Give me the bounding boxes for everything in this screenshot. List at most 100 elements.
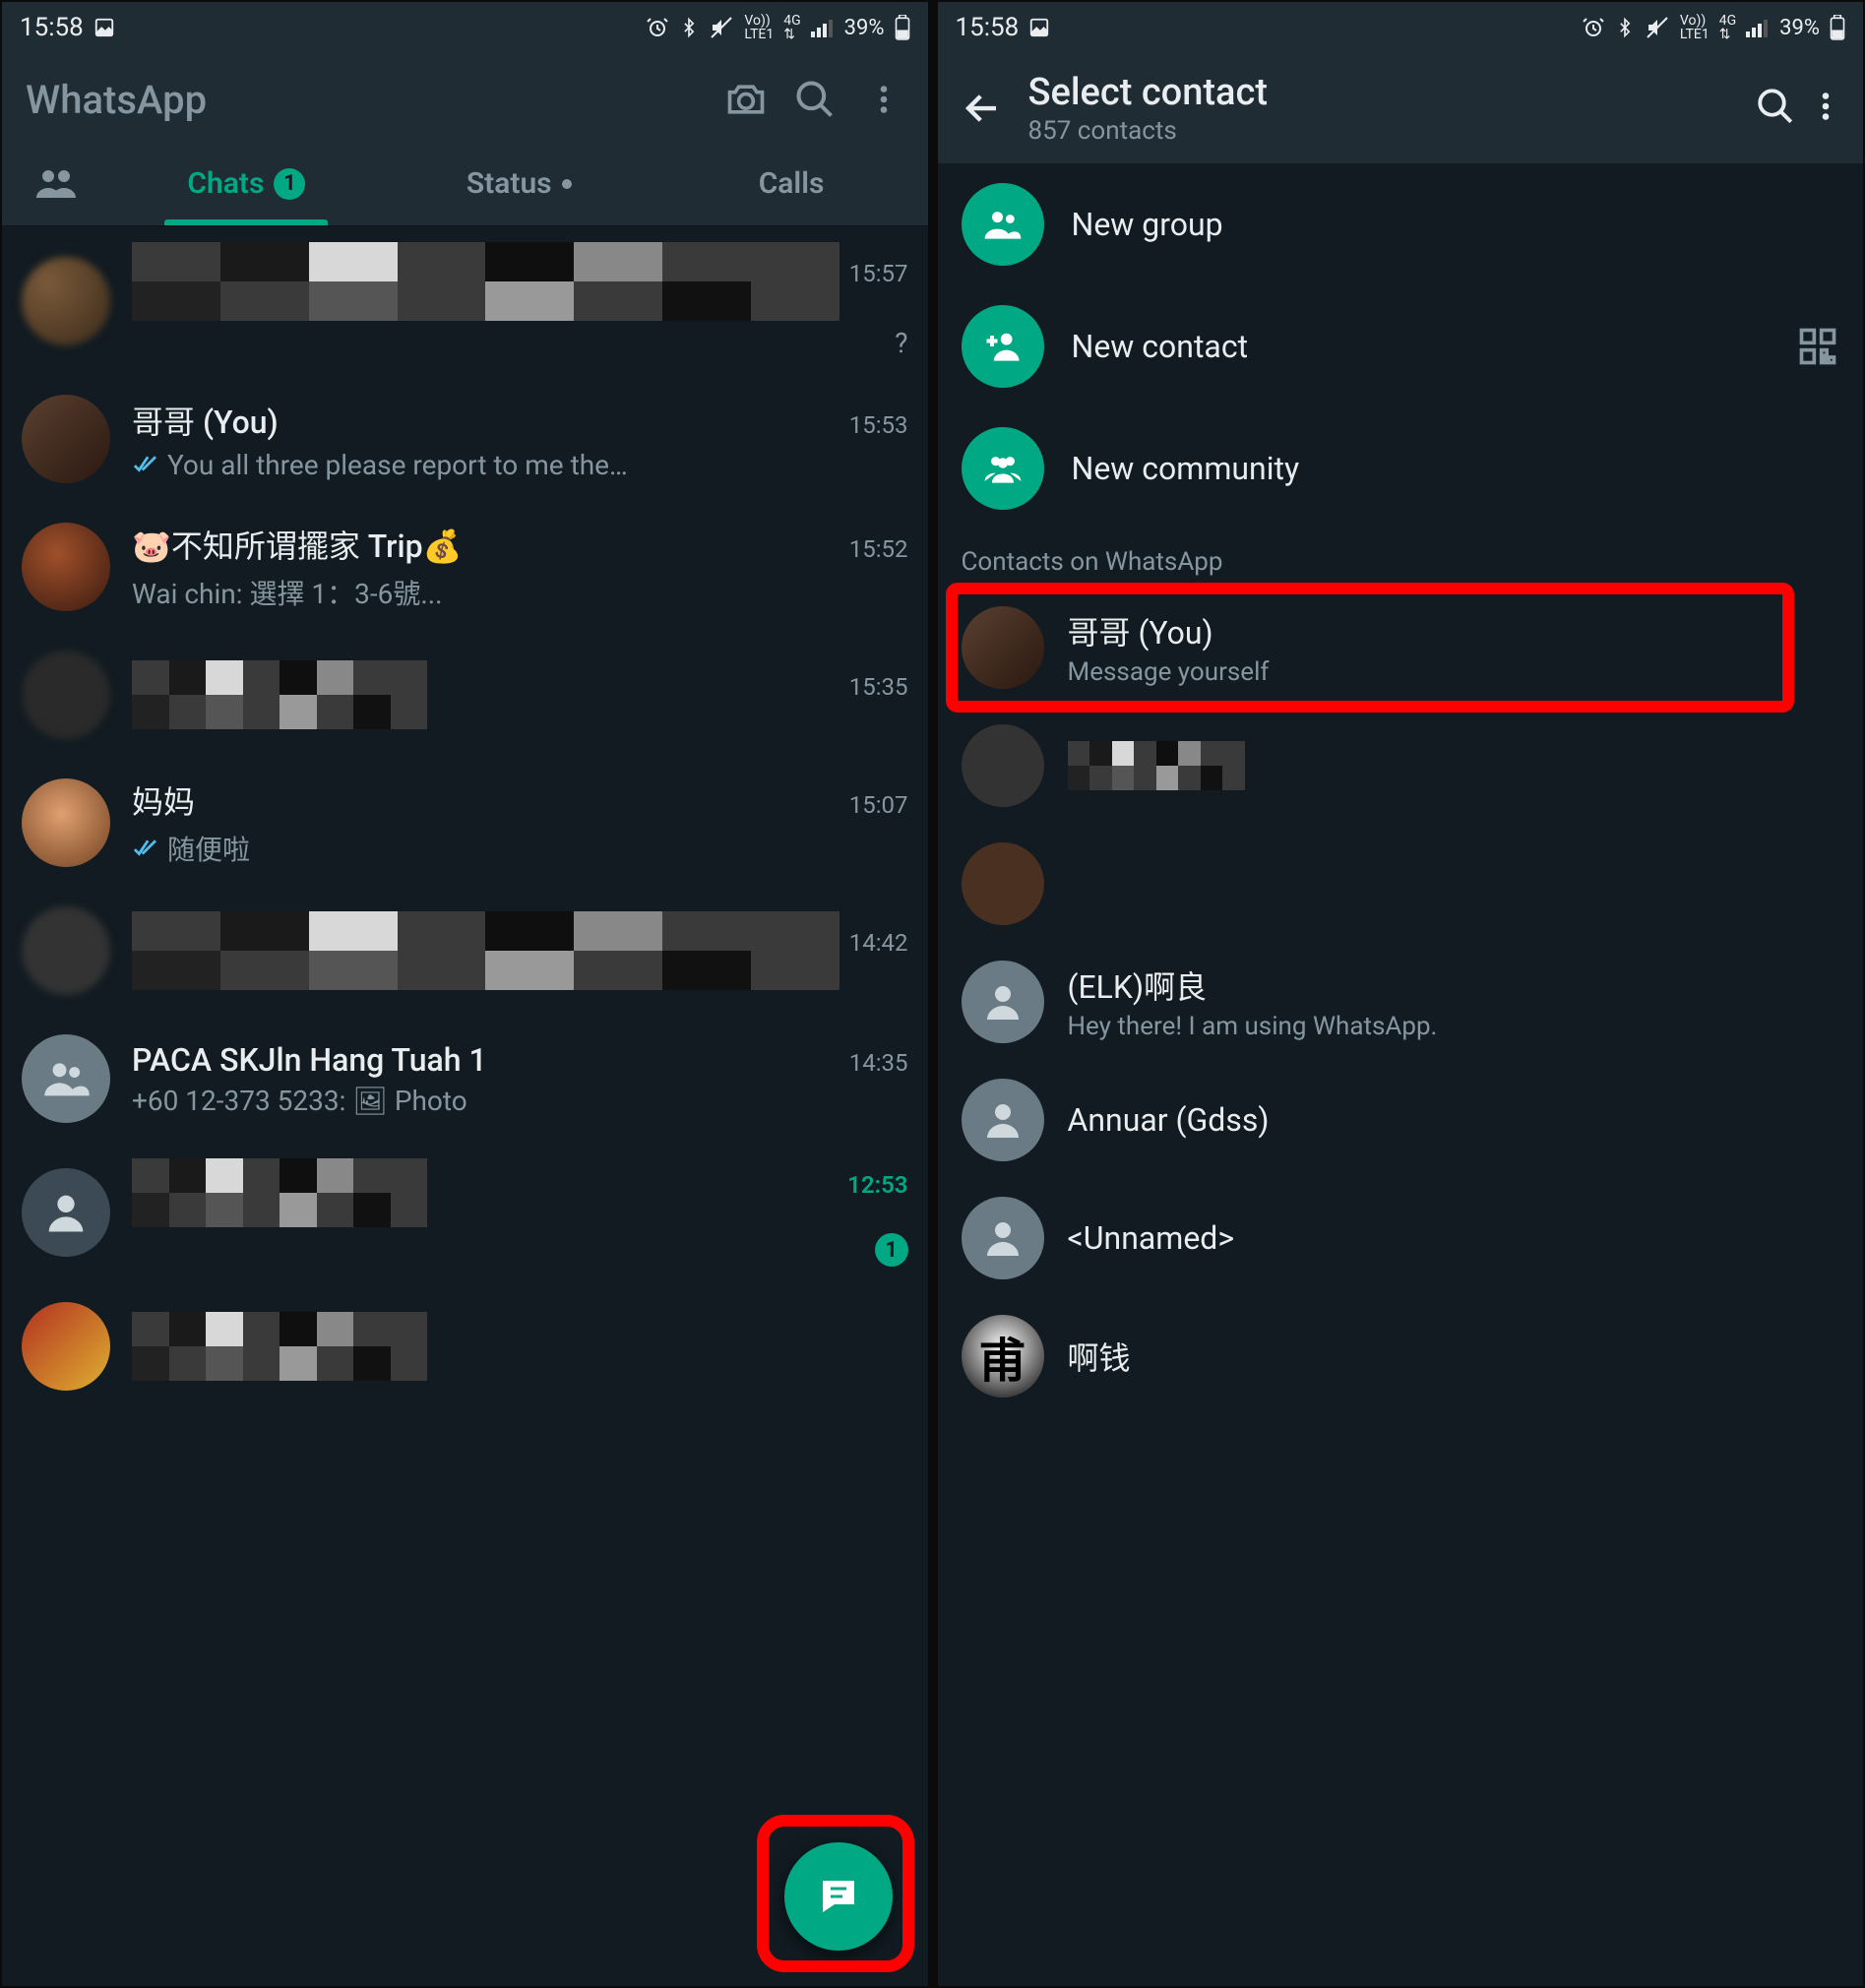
arrow-back-icon — [962, 88, 1003, 129]
search-button[interactable] — [1755, 86, 1796, 131]
chat-row[interactable]: 妈妈 15:07 随便啦 — [2, 759, 928, 887]
contact-row[interactable] — [938, 707, 1864, 825]
contact-row[interactable] — [938, 825, 1864, 943]
chat-time: 14:35 — [849, 1049, 908, 1077]
camera-button[interactable] — [721, 75, 771, 124]
contact-row[interactable]: (ELK)啊良 Hey there! I am using WhatsApp. — [938, 943, 1864, 1061]
battery-percent: 39% — [1779, 16, 1820, 40]
communities-icon — [32, 160, 80, 208]
mute-icon — [709, 16, 734, 39]
chat-row[interactable]: 14:42 — [2, 887, 928, 1015]
menu-button[interactable] — [1808, 85, 1843, 132]
avatar[interactable] — [22, 395, 110, 483]
bluetooth-icon — [679, 16, 699, 39]
avatar[interactable]: 甫 — [962, 1315, 1044, 1398]
qr-code-icon[interactable] — [1796, 325, 1839, 368]
chats-badge: 1 — [274, 168, 305, 200]
avatar[interactable] — [962, 1197, 1044, 1279]
action-label: New group — [1072, 206, 1840, 243]
person-icon — [979, 978, 1026, 1025]
contact-name: 哥哥 (You) — [1068, 608, 1840, 653]
chat-row[interactable]: 12:53 1 — [2, 1143, 928, 1282]
network-icon: 4G⇅ — [783, 14, 800, 41]
tab-status-label: Status — [466, 166, 552, 201]
chat-time: 15:57 — [849, 260, 908, 287]
avatar[interactable] — [22, 1168, 110, 1257]
avatar[interactable] — [962, 724, 1044, 807]
tab-status[interactable]: Status — [383, 142, 655, 225]
avatar[interactable] — [962, 842, 1044, 925]
avatar[interactable] — [22, 523, 110, 611]
chat-row[interactable]: 哥哥 (You) 15:53 You all three please repo… — [2, 375, 928, 503]
chat-row[interactable]: 🐷不知所谓擺家 Trip💰 15:52 Wai chin: 選擇 1：3-6號.… — [2, 503, 928, 631]
status-dot — [562, 179, 572, 189]
app-bar: WhatsApp — [2, 53, 928, 142]
menu-button[interactable] — [859, 75, 908, 124]
action-label: New community — [1072, 450, 1840, 487]
tabs: Chats 1 Status Calls — [2, 142, 928, 226]
gallery-icon — [1028, 17, 1050, 38]
status-time: 15:58 — [956, 13, 1020, 42]
chat-row[interactable] — [2, 1282, 928, 1410]
chat-row[interactable]: 15:57 ? — [2, 226, 928, 375]
chat-msg: You all three please report to me the… — [167, 449, 628, 481]
new-community-action[interactable]: New community — [938, 407, 1864, 529]
avatar[interactable] — [22, 651, 110, 739]
person-icon — [40, 1187, 92, 1238]
left-screen: 15:58 Vo))LTE1 4G⇅ 39% WhatsApp — [2, 2, 928, 1986]
censored — [1068, 741, 1245, 790]
read-ticks-icon — [132, 839, 159, 858]
chat-name: PACA SKJln Hang Tuah 1 — [132, 1041, 487, 1079]
chat-name: 妈妈 — [132, 777, 195, 823]
more-vert-icon — [1808, 85, 1843, 128]
tab-chats[interactable]: Chats 1 — [110, 142, 383, 225]
avatar[interactable] — [962, 1079, 1044, 1161]
chat-time: 15:35 — [849, 673, 908, 701]
more-vert-icon — [866, 78, 901, 121]
alarm-icon — [646, 16, 669, 39]
contact-row[interactable]: 甫 啊钱 — [938, 1297, 1864, 1415]
tab-calls[interactable]: Calls — [655, 142, 928, 225]
new-contact-action[interactable]: New contact — [938, 285, 1864, 407]
contact-list[interactable]: New group New contact New community Cont… — [938, 163, 1864, 1986]
chat-name: 🐷不知所谓擺家 Trip💰 — [132, 522, 462, 567]
avatar[interactable] — [22, 906, 110, 995]
chat-msg: +60 12-373 5233: 🖼 Photo — [132, 1085, 467, 1117]
avatar[interactable] — [22, 778, 110, 867]
chat-row[interactable]: 15:35 — [2, 631, 928, 759]
group-icon — [40, 1053, 92, 1104]
chat-time: 14:42 — [849, 929, 908, 957]
contact-name: (ELK)啊良 — [1068, 963, 1840, 1008]
chat-list[interactable]: 15:57 ? 哥哥 (You) 15:53 You all three ple… — [2, 226, 928, 1986]
contact-row[interactable]: Annuar (Gdss) — [938, 1061, 1864, 1179]
censored — [132, 1312, 427, 1381]
tab-chats-label: Chats — [187, 166, 264, 201]
status-bar: 15:58 Vo))LTE1 4G⇅ 39% — [2, 2, 928, 53]
chat-time: 15:07 — [849, 791, 908, 819]
camera-icon — [724, 78, 768, 121]
contact-name: 啊钱 — [1068, 1334, 1840, 1379]
new-chat-fab[interactable] — [784, 1842, 893, 1951]
contact-row[interactable]: <Unnamed> — [938, 1179, 1864, 1297]
volte-icon: Vo))LTE1 — [744, 14, 774, 41]
avatar[interactable] — [962, 961, 1044, 1043]
search-button[interactable] — [790, 75, 839, 124]
status-time: 15:58 — [20, 13, 84, 42]
person-icon — [979, 1096, 1026, 1144]
battery-percent: 39% — [844, 16, 885, 40]
page-subtitle: 857 contacts — [1028, 116, 1744, 146]
avatar[interactable] — [22, 257, 110, 345]
tab-communities[interactable] — [2, 160, 110, 208]
avatar[interactable] — [22, 1034, 110, 1123]
censored — [132, 660, 427, 729]
avatar[interactable] — [962, 606, 1044, 689]
chat-row[interactable]: PACA SKJln Hang Tuah 1 14:35 +60 12-373 … — [2, 1015, 928, 1143]
page-title: Select contact — [1028, 71, 1744, 114]
alarm-icon — [1582, 16, 1605, 39]
avatar[interactable] — [22, 1302, 110, 1391]
contact-sub: Message yourself — [1068, 657, 1840, 687]
censored — [132, 1158, 427, 1227]
contact-row-self[interactable]: 哥哥 (You) Message yourself — [938, 589, 1864, 707]
back-button[interactable] — [948, 74, 1017, 143]
new-group-action[interactable]: New group — [938, 163, 1864, 285]
